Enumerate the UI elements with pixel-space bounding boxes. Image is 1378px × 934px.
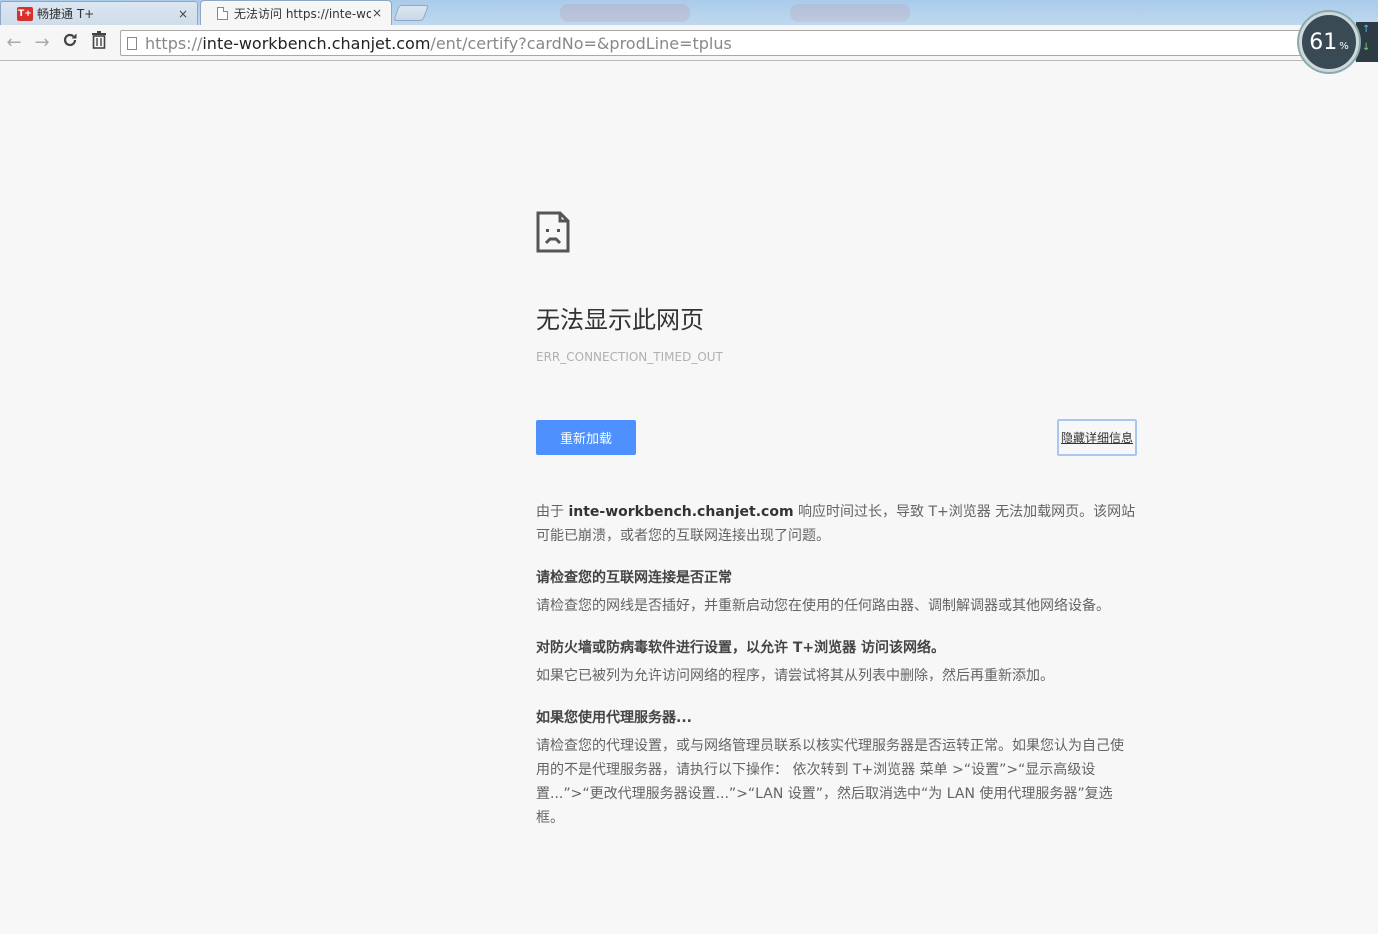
hide-details-button[interactable]: 隐藏详细信息: [1057, 419, 1137, 456]
suggestion-body: 请检查您的网线是否插好，并重新启动您在使用的任何路由器、调制解调器或其他网络设备…: [536, 598, 1110, 614]
suggestion-body: 如果它已被列为允许访问网络的程序，请尝试将其从列表中删除，然后再重新添加。: [536, 668, 1054, 684]
address-bar[interactable]: https://inte-workbench.chanjet.com/ent/c…: [120, 30, 1305, 56]
suggestion-check-connection: 请检查您的互联网连接是否正常 请检查您的网线是否插好，并重新启动您在使用的任何路…: [536, 566, 1136, 618]
suggestion-firewall: 对防火墙或防病毒软件进行设置，以允许 T+浏览器 访问该网络。 如果它已被列为允…: [536, 636, 1136, 688]
speed-widget-side: ↑ ↓: [1356, 22, 1378, 62]
tab-title: 畅捷通 T+: [37, 7, 95, 21]
reload-icon[interactable]: [58, 31, 82, 55]
tab-strip: T+ 畅捷通 T+ × 无法访问 https://inte-wo ×: [0, 0, 1378, 25]
reload-glyph-icon: [63, 33, 77, 47]
url-path: /ent/certify?cardNo=&prodLine=tplus: [430, 33, 732, 53]
page-favicon-icon: [217, 6, 228, 20]
summary-host: inte-workbench.chanjet.com: [568, 504, 794, 520]
reload-button[interactable]: 重新加载: [536, 420, 636, 455]
suggestion-heading: 对防火墙或防病毒软件进行设置，以允许 T+浏览器 访问该网络。: [536, 640, 946, 656]
speed-value: 61: [1309, 29, 1338, 55]
upload-arrow-icon: ↑: [1362, 24, 1371, 35]
error-summary: 由于 inte-workbench.chanjet.com 响应时间过长，导致 …: [536, 504, 1136, 544]
url-scheme: https://: [145, 33, 203, 53]
error-title: 无法显示此网页: [536, 306, 704, 334]
suggestion-body: 请检查您的代理设置，或与网络管理员联系以核实代理服务器是否运转正常。如果您认为自…: [536, 738, 1124, 826]
tab-close-icon[interactable]: ×: [177, 7, 189, 21]
download-arrow-icon: ↓: [1362, 42, 1371, 53]
speed-widget[interactable]: 61%: [1299, 12, 1359, 72]
tab-error-page[interactable]: 无法访问 https://inte-wo ×: [200, 0, 392, 25]
suggestion-heading: 请检查您的互联网连接是否正常: [536, 570, 732, 586]
sad-page-icon: [536, 211, 570, 253]
forward-arrow-icon[interactable]: →: [30, 31, 54, 55]
speed-unit: %: [1339, 40, 1349, 52]
url-host: inte-workbench.chanjet.com: [202, 33, 431, 53]
trash-glyph-icon: [92, 31, 106, 49]
tab-title: 无法访问 https://inte-wo: [234, 6, 371, 21]
back-arrow-icon[interactable]: ←: [2, 31, 26, 55]
error-code: ERR_CONNECTION_TIMED_OUT: [536, 350, 723, 364]
suggestion-heading: 如果您使用代理服务器...: [536, 710, 692, 726]
trash-icon[interactable]: [87, 31, 111, 55]
tplus-favicon-icon: T+: [17, 6, 33, 21]
browser-toolbar: ← → https://inte-workbench.chanjet.com/e…: [0, 25, 1378, 61]
page-icon: [127, 36, 137, 50]
tab-changjietong[interactable]: T+ 畅捷通 T+ ×: [0, 1, 198, 25]
tab-close-icon[interactable]: ×: [371, 6, 383, 20]
error-details: 由于 inte-workbench.chanjet.com 响应时间过长，导致 …: [536, 500, 1136, 848]
suggestion-proxy: 如果您使用代理服务器... 请检查您的代理设置，或与网络管理员联系以核实代理服务…: [536, 706, 1136, 830]
new-tab-button[interactable]: [393, 5, 429, 21]
